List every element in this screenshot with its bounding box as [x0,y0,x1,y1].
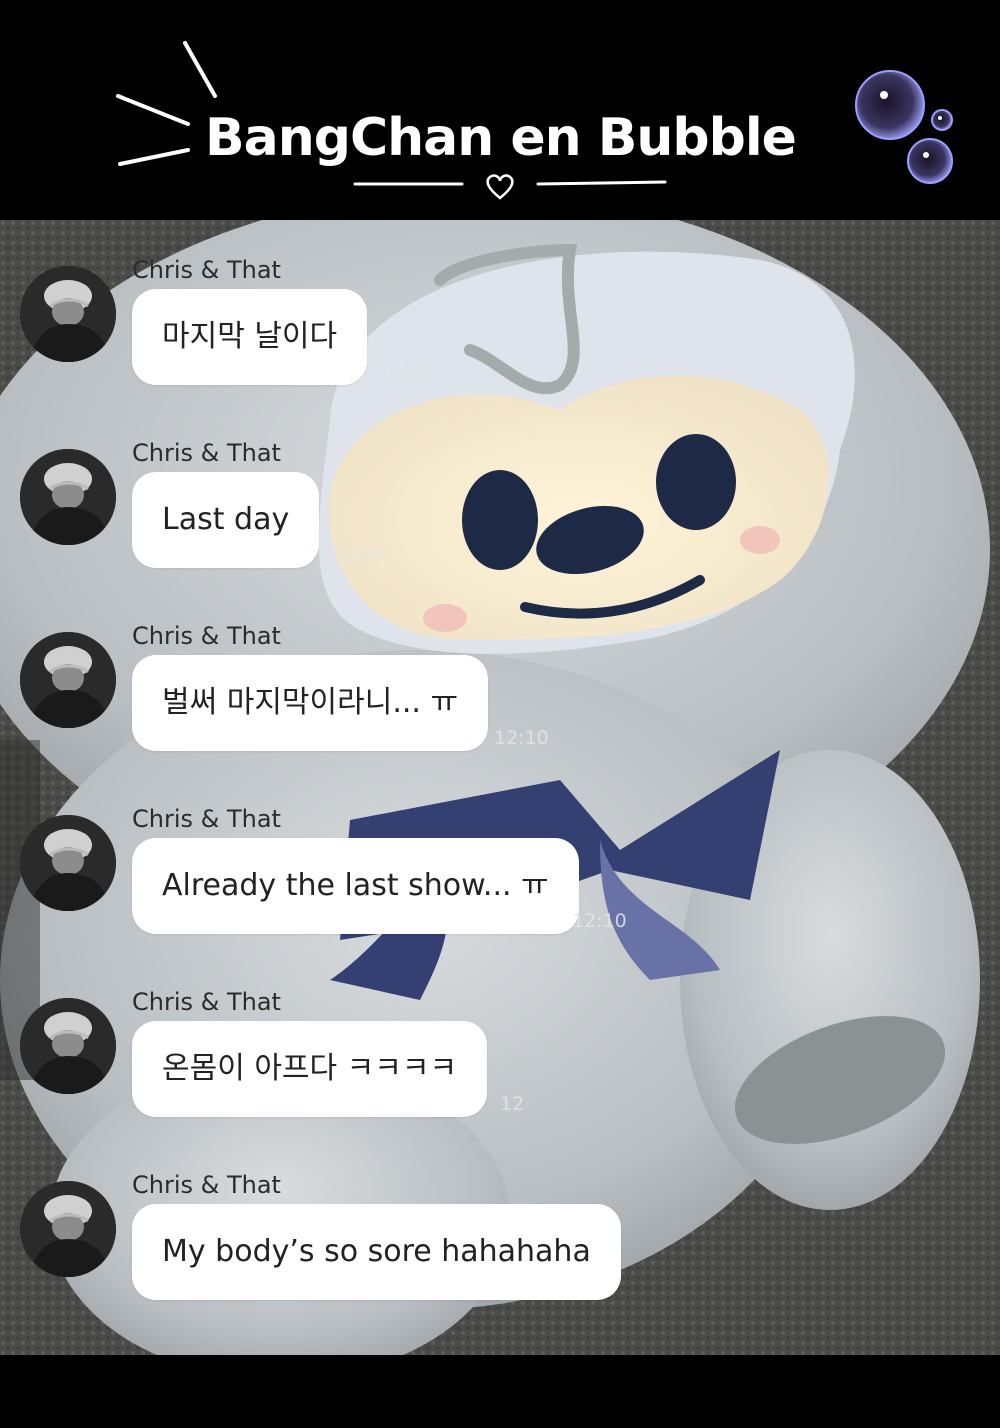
page-title: BangChan en Bubble [205,108,797,168]
message-row: Chris & That 마지막 날이다 12:09 [0,256,1000,426]
message-bubble[interactable]: Already the last show... ㅠ [132,838,579,934]
sender-name: Chris & That [132,805,281,833]
sender-name: Chris & That [132,439,281,467]
profile-photo-icon [20,632,116,728]
sender-name: Chris & That [132,622,281,650]
sender-name: Chris & That [132,256,281,284]
bubble-decoration-icon [855,70,953,184]
chat-background: Chris & That 마지막 날이다 12:09 Chris & That … [0,220,1000,1355]
message-row: Chris & That My body’s so sore hahahaha [0,1171,1000,1341]
sender-name: Chris & That [132,1171,281,1199]
footer-bar [0,1355,1000,1428]
avatar[interactable] [20,632,116,728]
message-bubble[interactable]: My body’s so sore hahahaha [132,1204,621,1300]
message-time: 12:09 [328,544,383,566]
profile-photo-icon [20,266,116,362]
message-row: Chris & That Last day 12:09 [0,439,1000,609]
heart-icon [353,174,667,200]
avatar[interactable] [20,449,116,545]
message-bubble[interactable]: 벌써 마지막이라니... ㅠ [132,655,489,751]
profile-photo-icon [20,998,116,1094]
message-bubble[interactable]: Last day [132,472,320,568]
message-time: 12:09 [381,361,436,383]
message-bubble[interactable]: 마지막 날이다 [132,289,368,385]
avatar[interactable] [20,998,116,1094]
header: BangChan en Bubble [0,0,1000,220]
message-time: 12:10 [572,910,627,932]
profile-photo-icon [20,815,116,911]
message-row: Chris & That 온몸이 아프다 ㅋㅋㅋㅋ 12 [0,988,1000,1158]
profile-photo-icon [20,449,116,545]
message-time: 12 [500,1093,525,1115]
avatar[interactable] [20,815,116,911]
avatar[interactable] [20,1181,116,1277]
message-row: Chris & That 벌써 마지막이라니... ㅠ 12:10 [0,622,1000,792]
message-time: 12:10 [494,727,549,749]
message-row: Chris & That Already the last show... ㅠ … [0,805,1000,975]
message-bubble[interactable]: 온몸이 아프다 ㅋㅋㅋㅋ [132,1021,488,1117]
profile-photo-icon [20,1181,116,1277]
sender-name: Chris & That [132,988,281,1016]
avatar[interactable] [20,266,116,362]
